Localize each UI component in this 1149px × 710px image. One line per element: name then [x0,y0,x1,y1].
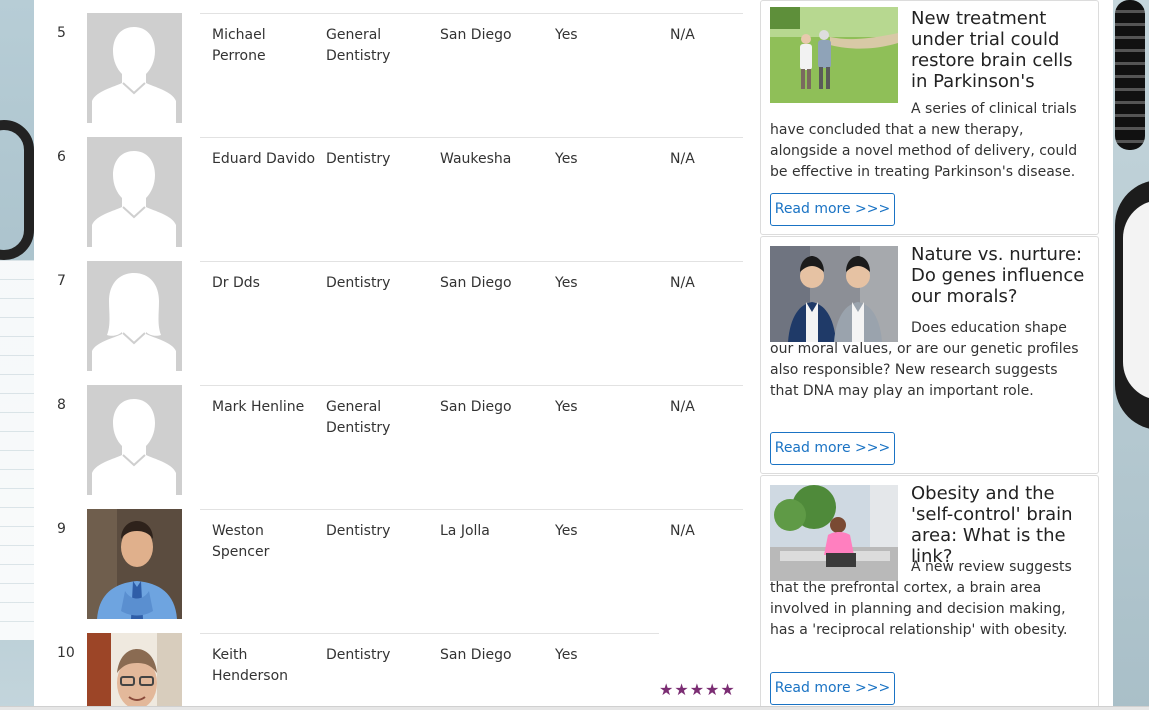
dentist-city: Waukesha [440,151,512,167]
row-number: 9 [57,521,66,537]
dentist-name[interactable]: Weston Spencer [212,521,317,563]
background-right [1113,0,1149,710]
news-card: New treatment under trial could restore … [760,0,1099,235]
dentist-specialty: General Dentistry [326,27,391,64]
row-divider [200,385,743,386]
news-card: Obesity and the 'self-control' brain are… [760,475,1099,710]
rating: N/A [670,523,695,539]
background-left [0,0,34,710]
row-number: 8 [57,397,66,413]
dentist-name[interactable]: Michael Perrone [212,25,317,67]
dentist-table: 5 Michael Perrone General Dentistry San … [46,0,743,710]
table-row[interactable]: 9 Weston Spencer Dentistry La Jolla Yes … [46,496,743,620]
dentist-specialty: Dentistry [326,647,391,663]
park-walk-image-icon [770,7,898,103]
male-silhouette-icon [87,13,182,123]
dentist-city: San Diego [440,647,512,663]
dentist-specialty: Dentistry [326,151,391,167]
dentist-city: San Diego [440,399,512,415]
news-title[interactable]: Nature vs. nurture: Do genes influence o… [911,244,1093,307]
dentist-name[interactable]: Mark Henline [212,397,317,418]
news-title[interactable]: Obesity and the 'self-control' brain are… [911,483,1093,567]
news-thumbnail[interactable] [770,7,898,103]
row-number: 10 [57,645,75,661]
rating: N/A [670,399,695,415]
dentist-specialty: Dentistry [326,275,391,291]
read-more-button[interactable]: Read more >>> [770,193,895,226]
dentist-name[interactable]: Dr Dds [212,273,317,294]
placeholder-avatar[interactable] [87,385,182,495]
table-row[interactable]: 7 Dr Dds Dentistry San Diego Yes N/A [46,248,743,372]
news-card: Nature vs. nurture: Do genes influence o… [760,236,1099,474]
dentist-name[interactable]: Keith Henderson [212,645,317,687]
table-row[interactable]: 10 Keith Henderson Dentistry San Diego Y… [46,620,743,710]
row-number: 7 [57,273,66,289]
accepting-patients: Yes [555,523,578,539]
female-silhouette-icon [87,261,182,371]
dentist-specialty: Dentistry [326,523,391,539]
row-number: 6 [57,149,66,165]
placeholder-avatar[interactable] [87,137,182,247]
dentist-photo[interactable] [87,509,182,619]
coil-decoration [1115,0,1145,150]
row-divider [200,137,743,138]
rating: N/A [670,27,695,43]
news-summary: A series of clinical trials have conclud… [770,99,1090,183]
row-divider [200,261,743,262]
stethoscope-decoration [0,120,34,260]
rating: N/A [670,151,695,167]
table-row[interactable]: 8 Mark Henline General Dentistry San Die… [46,372,743,496]
male-silhouette-icon [87,137,182,247]
table-row[interactable]: 5 Michael Perrone General Dentistry San … [46,0,743,124]
accepting-patients: Yes [555,275,578,291]
row-divider [200,509,743,510]
portrait-photo-icon [87,509,182,619]
news-summary: Does education shape our moral values, o… [770,318,1090,402]
page-container: 5 Michael Perrone General Dentistry San … [34,0,1113,710]
accepting-patients: Yes [555,647,578,663]
table-row[interactable]: 6 Eduard Davido Dentistry Waukesha Yes N… [46,124,743,248]
accepting-patients: Yes [555,399,578,415]
horizontal-scrollbar[interactable] [0,706,1149,710]
dentist-specialty: General Dentistry [326,399,391,436]
placeholder-avatar[interactable] [87,13,182,123]
dentist-name[interactable]: Eduard Davido [212,149,317,170]
dentist-city: San Diego [440,27,512,43]
dentist-city: La Jolla [440,523,490,539]
star-rating: ★★★★★ [659,680,736,699]
portrait-photo-icon [87,633,182,710]
accepting-patients: Yes [555,151,578,167]
read-more-button[interactable]: Read more >>> [770,672,895,705]
dentist-city: San Diego [440,275,512,291]
rating: N/A [670,275,695,291]
news-title[interactable]: New treatment under trial could restore … [911,8,1093,92]
news-summary: A new review suggests that the prefronta… [770,557,1090,641]
placeholder-avatar[interactable] [87,261,182,371]
paper-decoration [0,260,34,640]
dentist-photo[interactable] [87,633,182,710]
accepting-patients: Yes [555,27,578,43]
row-divider [200,13,743,14]
row-divider [200,633,659,634]
row-number: 5 [57,25,66,41]
male-silhouette-icon [87,385,182,495]
read-more-button[interactable]: Read more >>> [770,432,895,465]
gauge-decoration [1115,180,1149,430]
